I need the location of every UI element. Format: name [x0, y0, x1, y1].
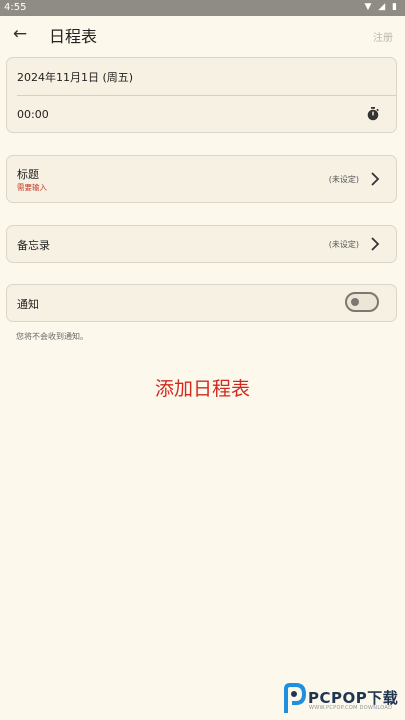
- time-field[interactable]: 00:00: [17, 108, 49, 121]
- app-bar: ← 日程表 注册: [0, 16, 405, 54]
- status-time: 4:55: [4, 2, 27, 13]
- notify-label: 通知: [17, 298, 39, 311]
- title-row[interactable]: 标题 需要输入 (未设定): [6, 155, 397, 203]
- title-value: (未设定): [328, 175, 359, 184]
- chevron-right-icon: [371, 172, 380, 186]
- notify-hint: 您将不会收到通知。: [16, 332, 88, 341]
- memo-value: (未设定): [328, 240, 359, 249]
- memo-row[interactable]: 备忘录 (未设定): [6, 225, 397, 263]
- status-bar: 4:55 ▼ ◢ ▮: [0, 0, 405, 16]
- stopwatch-icon[interactable]: [366, 107, 380, 121]
- toggle-knob: [351, 298, 359, 306]
- required-hint: 需要输入: [17, 183, 47, 192]
- battery-icon: ▮: [392, 2, 399, 12]
- page-title: 日程表: [49, 27, 98, 46]
- caption-text: 添加日程表: [154, 378, 250, 400]
- watermark: PCPOP下载 WWW.PCPOP.COM DOWNLOAD: [280, 683, 405, 719]
- title-label: 标题: [17, 168, 39, 181]
- signal-icon: ◢: [378, 2, 388, 12]
- back-arrow-icon[interactable]: ←: [10, 24, 30, 44]
- memo-label: 备忘录: [17, 239, 50, 252]
- wifi-icon: ▼: [364, 2, 374, 12]
- watermark-subtitle: WWW.PCPOP.COM DOWNLOAD: [309, 705, 393, 711]
- chevron-right-icon: [371, 237, 380, 251]
- notify-toggle[interactable]: [345, 292, 379, 312]
- notify-row: 通知: [6, 284, 397, 322]
- pcpop-logo-icon: [284, 683, 306, 713]
- divider: [17, 95, 396, 96]
- status-icons: ▼ ◢ ▮: [364, 2, 399, 12]
- date-field[interactable]: 2024年11月1日 (周五): [17, 69, 133, 85]
- register-button[interactable]: 注册: [373, 29, 393, 44]
- datetime-card: 2024年11月1日 (周五) 00:00: [6, 57, 397, 133]
